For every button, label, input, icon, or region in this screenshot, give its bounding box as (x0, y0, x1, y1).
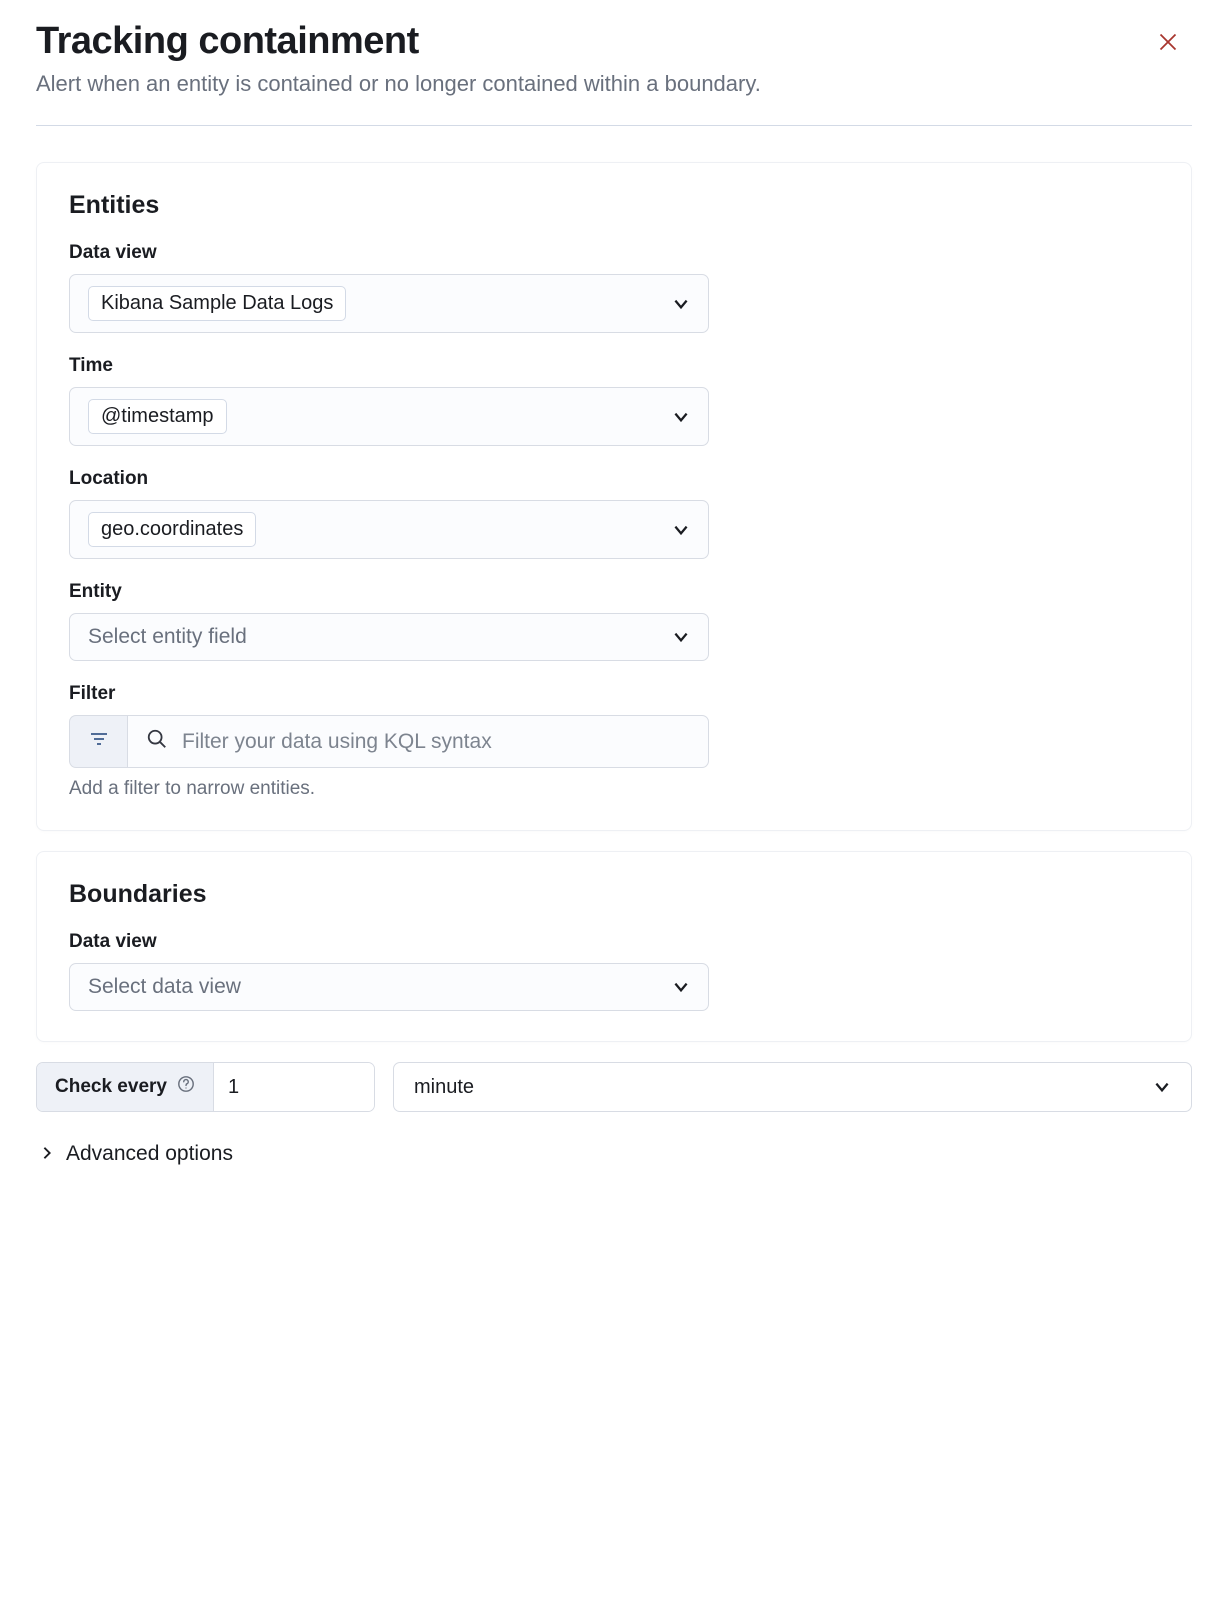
data-view-value-chip: Kibana Sample Data Logs (88, 286, 346, 321)
filter-label: Filter (69, 683, 1159, 705)
chevron-down-icon (672, 408, 690, 426)
header-divider (36, 125, 1192, 126)
entities-section-title: Entities (69, 191, 1159, 220)
interval-unit-value: minute (414, 1076, 474, 1099)
page-title: Tracking containment (36, 20, 419, 63)
chevron-down-icon (672, 978, 690, 996)
check-every-label-text: Check every (55, 1076, 167, 1098)
schedule-row: Check every minute (36, 1062, 1192, 1112)
entity-label: Entity (69, 581, 1159, 603)
filter-input-container[interactable] (127, 715, 709, 768)
close-button[interactable] (1152, 26, 1184, 58)
filter-help-text: Add a filter to narrow entities. (69, 778, 1159, 800)
entity-placeholder: Select entity field (88, 625, 247, 649)
check-every-group: Check every (36, 1062, 375, 1112)
boundaries-data-view-label: Data view (69, 931, 1159, 953)
check-every-label: Check every (37, 1063, 214, 1111)
filter-icon (90, 732, 108, 751)
advanced-options-label: Advanced options (66, 1142, 233, 1166)
filter-kql-input[interactable] (182, 730, 690, 754)
entities-panel: Entities Data view Kibana Sample Data Lo… (36, 162, 1192, 831)
filter-options-button[interactable] (69, 715, 127, 768)
chevron-down-icon (672, 521, 690, 539)
time-value-chip: @timestamp (88, 399, 227, 434)
entities-time-select[interactable]: @timestamp (69, 387, 709, 446)
help-icon[interactable] (177, 1075, 195, 1099)
chevron-down-icon (672, 295, 690, 313)
boundaries-section-title: Boundaries (69, 880, 1159, 909)
time-label: Time (69, 355, 1159, 377)
boundaries-data-view-select[interactable]: Select data view (69, 963, 709, 1011)
data-view-label: Data view (69, 242, 1159, 264)
chevron-right-icon (40, 1142, 54, 1166)
location-label: Location (69, 468, 1159, 490)
boundaries-panel: Boundaries Data view Select data view (36, 851, 1192, 1042)
chevron-down-icon (672, 628, 690, 646)
chevron-down-icon (1153, 1078, 1171, 1096)
interval-unit-select[interactable]: minute (393, 1062, 1192, 1112)
entities-entity-select[interactable]: Select entity field (69, 613, 709, 661)
entities-data-view-select[interactable]: Kibana Sample Data Logs (69, 274, 709, 333)
interval-value-input[interactable] (214, 1063, 374, 1111)
advanced-options-toggle[interactable]: Advanced options (36, 1136, 1192, 1172)
entities-location-select[interactable]: geo.coordinates (69, 500, 709, 559)
close-icon (1158, 32, 1178, 52)
search-icon (146, 728, 168, 755)
location-value-chip: geo.coordinates (88, 512, 256, 547)
boundaries-data-view-placeholder: Select data view (88, 975, 241, 999)
page-subtitle: Alert when an entity is contained or no … (36, 71, 1192, 97)
